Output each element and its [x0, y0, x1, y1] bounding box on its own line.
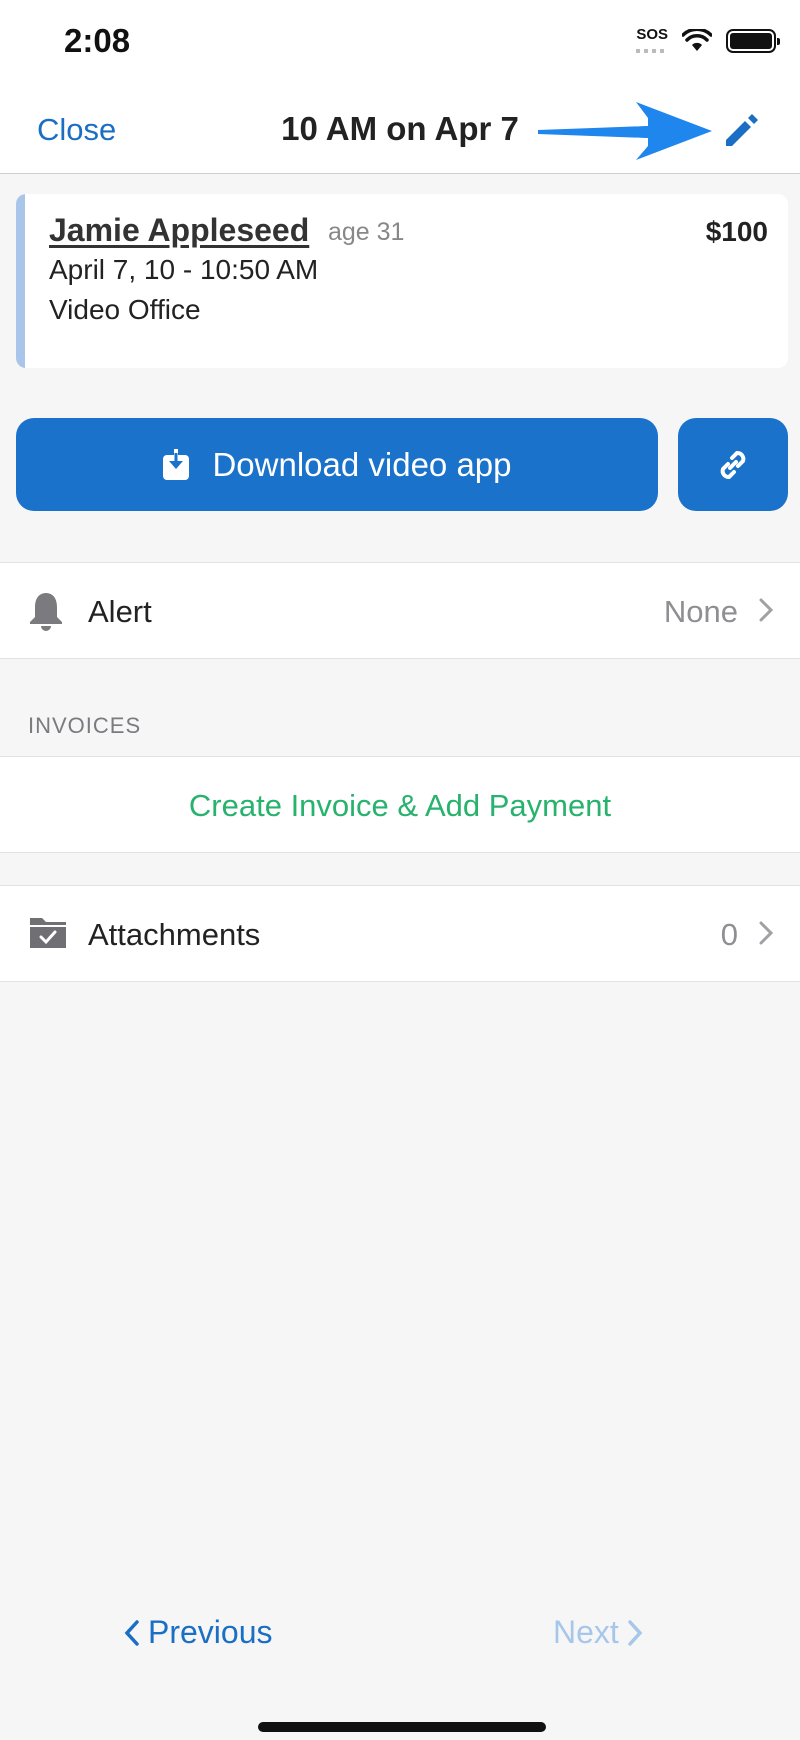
alert-row[interactable]: Alert None: [0, 562, 800, 659]
appointment-card[interactable]: Jamie Appleseed age 31 $100 April 7, 10 …: [16, 194, 788, 368]
next-button[interactable]: Next: [553, 1614, 643, 1651]
link-icon: [720, 450, 746, 479]
edit-pencil-icon[interactable]: [720, 108, 764, 152]
chevron-left-icon: [124, 1619, 139, 1646]
client-age: age 31: [328, 218, 405, 246]
chevron-right-icon: [759, 598, 774, 622]
create-invoice-button[interactable]: Create Invoice & Add Payment: [0, 788, 800, 824]
invoice-row: Create Invoice & Add Payment: [0, 756, 800, 853]
download-video-app-button[interactable]: Download video app: [16, 418, 658, 511]
appointment-price: $100: [705, 216, 768, 247]
alert-label: Alert: [88, 594, 152, 629]
sos-indicator: SOS: [636, 26, 668, 53]
chevron-right-icon: [759, 921, 774, 945]
home-indicator[interactable]: [258, 1722, 546, 1732]
copy-link-button[interactable]: [678, 418, 788, 511]
sos-label: SOS: [636, 26, 668, 43]
appointment-time: April 7, 10 - 10:50 AM: [49, 254, 319, 285]
attachments-count: 0: [720, 917, 738, 952]
status-time: 2:08: [64, 22, 131, 59]
client-name-link[interactable]: Jamie Appleseed: [49, 212, 309, 249]
status-bar: 2:08 SOS: [0, 0, 800, 84]
status-indicators: SOS: [636, 26, 780, 53]
appointment-location: Video Office: [49, 294, 201, 325]
chevron-right-icon: [628, 1619, 643, 1646]
previous-button[interactable]: Previous: [124, 1614, 273, 1651]
nav-bar: Close 10 AM on Apr 7: [0, 84, 800, 174]
battery-fill: [730, 32, 772, 49]
signal-dots-icon: [636, 49, 665, 53]
appointment-screen: 2:08 SOS Close 10 AM on Apr 7 Jamie Appl…: [0, 0, 800, 1740]
attachments-label: Attachments: [88, 917, 261, 952]
next-label: Next: [553, 1614, 619, 1650]
annotation-arrow-icon: [538, 102, 712, 160]
bell-icon: [30, 593, 62, 631]
previous-label: Previous: [148, 1614, 273, 1650]
alert-value: None: [663, 594, 738, 629]
download-button-label: Download video app: [212, 445, 512, 483]
wifi-icon: [682, 28, 712, 51]
invoices-section-header: INVOICES: [28, 713, 142, 738]
attachments-row[interactable]: Attachments 0: [0, 885, 800, 982]
battery-icon: [726, 28, 780, 53]
card-color-stripe: [16, 194, 25, 368]
folder-check-icon: [30, 918, 66, 948]
download-icon: [163, 448, 190, 480]
